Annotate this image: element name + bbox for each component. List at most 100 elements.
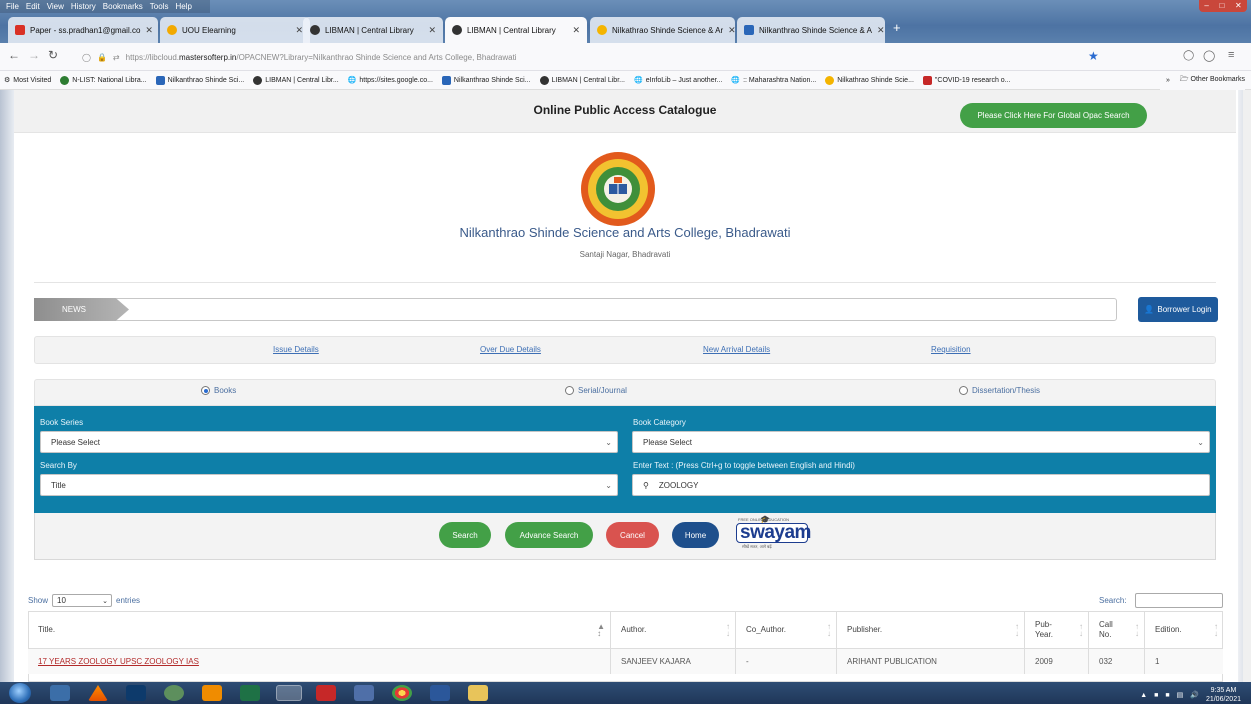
- page-scrollbar[interactable]: [1243, 90, 1251, 682]
- clock-date: 21/06/2021: [1205, 696, 1241, 703]
- column-header-publisher[interactable]: Publisher. ↑ ↓: [837, 611, 1025, 648]
- clock[interactable]: 9:35 AM 21/06/2021: [1206, 686, 1241, 704]
- tab-close-icon[interactable]: ✕: [295, 25, 303, 36]
- tab-close-icon[interactable]: ✕: [572, 25, 580, 36]
- bookmark-item[interactable]: LIBMAN | Central Libr...: [539, 75, 625, 85]
- browser-tab[interactable]: UOU Elearning ✕: [160, 17, 310, 43]
- search-button[interactable]: Search: [439, 522, 491, 548]
- tray-app-icon[interactable]: ■: [1154, 692, 1158, 699]
- forward-icon[interactable]: →: [28, 48, 40, 62]
- menu-edit[interactable]: Edit: [26, 0, 40, 13]
- lock-icon: 🔒: [96, 52, 107, 62]
- over-due-details-link[interactable]: Over Due Details: [480, 345, 541, 354]
- bookmark-item[interactable]: LIBMAN | Central Libr...: [253, 75, 339, 85]
- browser-tab[interactable]: LIBMAN | Central Library ✕: [303, 17, 443, 43]
- menu-bookmarks[interactable]: Bookmarks: [103, 0, 143, 13]
- network-icon[interactable]: ▤: [1177, 691, 1184, 699]
- word-icon[interactable]: [430, 685, 450, 701]
- other-bookmarks[interactable]: 🗁 Other Bookmarks: [1180, 75, 1245, 86]
- sort-icon: ↑ ↓: [1214, 622, 1218, 638]
- quick-links-bar: [34, 336, 1216, 364]
- tab-close-icon[interactable]: ✕: [877, 25, 885, 36]
- radio-books[interactable]: Books: [201, 386, 236, 395]
- app-icon[interactable]: [164, 685, 184, 701]
- volume-icon[interactable]: 🔊: [1190, 691, 1199, 699]
- swayam-logo[interactable]: 🎓 FREE ONLINE EDUCATION swayam सीखें सतत…: [732, 515, 811, 551]
- advance-search-button[interactable]: Advance Search: [505, 522, 593, 548]
- radio-serial-journal[interactable]: Serial/Journal: [565, 386, 627, 395]
- photoshop-icon[interactable]: [126, 685, 146, 701]
- chevron-right-icon[interactable]: »: [1166, 77, 1170, 84]
- bookmark-item[interactable]: 🌐 https://sites.google.co...: [348, 76, 433, 85]
- book-series-select[interactable]: Please Select ⌄: [40, 431, 618, 453]
- menu-help[interactable]: Help: [175, 0, 191, 13]
- search-text-input[interactable]: ⚲ ZOOLOGY: [632, 474, 1210, 496]
- bookmark-item[interactable]: 🌐:: Maharashtra Nation...: [731, 76, 816, 85]
- column-header-pub-year[interactable]: Pub-Year. ↑ ↓: [1025, 611, 1089, 648]
- search-by-label: Search By: [40, 461, 77, 470]
- radio-dissertation-thesis[interactable]: Dissertation/Thesis: [959, 386, 1040, 395]
- chrome-icon[interactable]: [392, 685, 412, 701]
- tab-close-icon[interactable]: ✕: [428, 25, 436, 36]
- start-button-icon[interactable]: [9, 683, 31, 703]
- bookmark-item[interactable]: Nilkanthrao Shinde Sci...: [155, 75, 244, 85]
- minimize-icon[interactable]: –: [1204, 0, 1208, 12]
- column-header-author[interactable]: Author. ↑ ↓: [611, 611, 736, 648]
- bookmark-item[interactable]: Nilkanthrao Shinde Sci...: [441, 75, 531, 85]
- bookmark-item[interactable]: 🌐 eInfoLib – Just another...: [634, 76, 722, 85]
- search-by-select[interactable]: Title ⌄: [40, 474, 618, 496]
- menu-file[interactable]: File: [6, 0, 19, 13]
- account-icon[interactable]: ◯: [1203, 49, 1215, 62]
- requisition-link[interactable]: Requisition: [931, 345, 971, 354]
- reload-icon[interactable]: ↻: [48, 48, 58, 62]
- book-title-link[interactable]: 17 YEARS ZOOLOGY UPSC ZOOLOGY IAS: [38, 657, 199, 666]
- excel-icon[interactable]: [240, 685, 260, 701]
- close-window-icon[interactable]: ✕: [1235, 0, 1242, 12]
- tray-app-icon[interactable]: ■: [1165, 692, 1169, 699]
- column-header-title[interactable]: Title. ▲ ↕: [28, 611, 611, 648]
- menu-history[interactable]: History: [71, 0, 96, 13]
- bookmark-item[interactable]: ⚙ Most Visited: [4, 76, 51, 85]
- bookmark-item[interactable]: N-LIST: National Libra...: [60, 75, 147, 85]
- new-arrival-details-link[interactable]: New Arrival Details: [703, 345, 770, 354]
- app-icon[interactable]: [354, 685, 374, 701]
- pocket-icon[interactable]: ◯: [1183, 50, 1194, 61]
- entries-select[interactable]: 10 ⌄: [52, 594, 113, 607]
- column-header-co-author[interactable]: Co_Author. ↑ ↓: [736, 611, 837, 648]
- borrower-login-button[interactable]: 👤 Borrower Login: [1138, 297, 1218, 322]
- menu-tools[interactable]: Tools: [150, 0, 169, 13]
- bookmark-item[interactable]: Nilkathrao Shinde Scie...: [825, 75, 914, 85]
- tray-chevron-icon[interactable]: ▲: [1140, 692, 1147, 699]
- menu-hamburger-icon[interactable]: ≡: [1228, 49, 1234, 61]
- issue-details-link[interactable]: Issue Details: [273, 345, 319, 354]
- bookmark-star-icon[interactable]: ★: [1088, 49, 1099, 63]
- browser-tab[interactable]: Paper - ss.pradhan1@gmail.co ✕: [8, 17, 158, 43]
- back-icon[interactable]: ←: [8, 48, 20, 62]
- cell-title[interactable]: 17 YEARS ZOOLOGY UPSC ZOOLOGY IAS: [28, 648, 611, 674]
- app-icon[interactable]: [202, 685, 222, 701]
- column-header-edition[interactable]: Edition. ↑ ↓: [1145, 611, 1223, 648]
- bookmark-item[interactable]: "COVID-19 research o...: [922, 75, 1011, 85]
- menu-view[interactable]: View: [47, 0, 64, 13]
- tab-close-icon[interactable]: ✕: [728, 25, 735, 36]
- global-opac-search-button[interactable]: Please Click Here For Global Opac Search: [960, 103, 1147, 128]
- url-bar[interactable]: ◯ 🔒 ⇄ https://libcloud.mastersofterp.in/…: [82, 46, 1112, 68]
- firefox-icon[interactable]: [276, 685, 302, 701]
- browser-tab-active[interactable]: LIBMAN | Central Library ✕: [445, 17, 587, 43]
- cell-edition: 1: [1145, 648, 1223, 674]
- column-header-call-no[interactable]: Call No. ↑ ↓: [1089, 611, 1145, 648]
- tab-close-icon[interactable]: ✕: [145, 25, 153, 36]
- acrobat-icon[interactable]: [316, 685, 336, 701]
- show-desktop-icon[interactable]: [50, 685, 70, 701]
- cancel-button[interactable]: Cancel: [606, 522, 659, 548]
- radio-unchecked-icon: [959, 386, 968, 395]
- new-tab-icon[interactable]: +: [893, 20, 901, 35]
- book-category-select[interactable]: Please Select ⌄: [632, 431, 1210, 453]
- home-button[interactable]: Home: [672, 522, 719, 548]
- file-explorer-icon[interactable]: [468, 685, 488, 701]
- browser-tab[interactable]: Nilkanthrao Shinde Science & A ✕: [737, 17, 885, 43]
- system-tray: ▲ ■ ■ ▤ 🔊 9:35 AM 21/06/2021: [1140, 686, 1241, 704]
- table-search-input[interactable]: [1135, 593, 1223, 608]
- browser-tab[interactable]: Nilkathrao Shinde Science & Ar ✕: [590, 17, 735, 43]
- maximize-icon[interactable]: □: [1219, 0, 1224, 12]
